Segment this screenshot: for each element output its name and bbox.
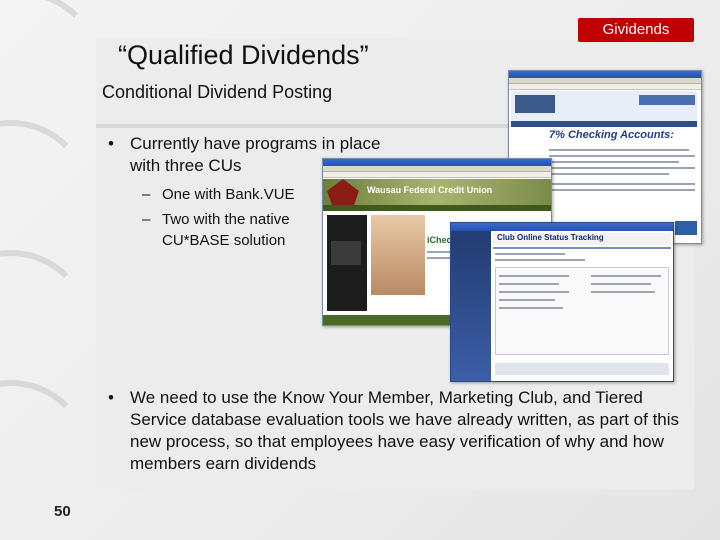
subbullet-cubase: – Two with the native CU*BASE solution bbox=[142, 209, 322, 251]
bullet-dot: • bbox=[108, 388, 114, 407]
bullet-dot: • bbox=[108, 134, 114, 153]
subbullet-text: Two with the native bbox=[162, 211, 290, 228]
slide: Gividends “Qualified Dividends” Conditio… bbox=[0, 0, 720, 540]
subbullet-text: CU*BASE solution bbox=[162, 232, 286, 249]
gividends-tag: Gividends bbox=[578, 18, 694, 42]
subbullet-dash: – bbox=[142, 211, 151, 228]
bullet-text: We need to use the Know Your Member, Mar… bbox=[130, 388, 680, 473]
subbullet-bankvue: – One with Bank.VUE bbox=[142, 184, 322, 205]
slide-title: “Qualified Dividends” bbox=[118, 40, 369, 70]
page-number: 50 bbox=[54, 503, 71, 520]
club-tracking-heading: Club Online Status Tracking bbox=[497, 233, 604, 242]
website-heading: 7% Checking Accounts: bbox=[549, 129, 674, 141]
subbullet-text: One with Bank.VUE bbox=[162, 186, 295, 203]
club-tracking-screenshot: Club Online Status Tracking bbox=[450, 222, 674, 382]
slide-subtitle: Conditional Dividend Posting bbox=[102, 82, 333, 102]
bullet-evaluation-tools: • We need to use the Know Your Member, M… bbox=[108, 387, 692, 475]
subbullet-dash: – bbox=[142, 186, 151, 203]
binder-ring-decoration bbox=[0, 380, 92, 540]
bullet-text-line: Currently have programs in place bbox=[130, 134, 381, 153]
credit-union-banner: Wausau Federal Credit Union bbox=[367, 185, 493, 195]
